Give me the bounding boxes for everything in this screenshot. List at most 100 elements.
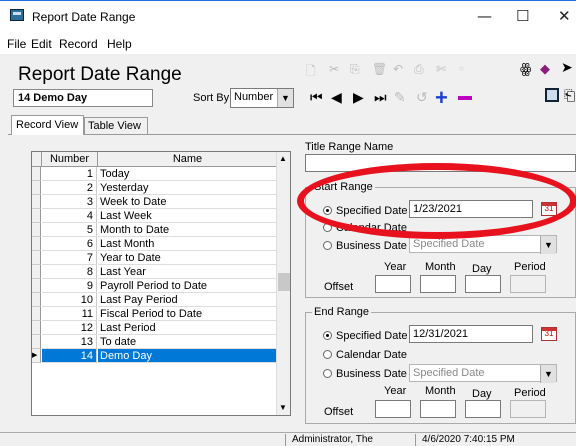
row-name: Month to Date xyxy=(98,223,277,237)
table-row[interactable]: 4 Last Week xyxy=(32,209,277,223)
new-record-icon[interactable]: 🗋 xyxy=(306,62,316,83)
next-record-icon[interactable]: ▶ xyxy=(353,90,364,106)
row-selector[interactable] xyxy=(32,223,41,237)
table-row[interactable]: 10 Last Pay Period xyxy=(32,293,277,307)
end-offset-label: Offset xyxy=(324,406,354,418)
first-record-icon[interactable]: ⏮ xyxy=(310,90,323,106)
table-row[interactable]: 1 Today xyxy=(32,167,277,181)
table-row[interactable]: 12 Last Period xyxy=(32,321,277,335)
row-number: 2 xyxy=(42,181,97,195)
add-record-icon[interactable]: + xyxy=(435,85,448,111)
scrollbar-thumb[interactable] xyxy=(278,273,290,291)
tab-table-view[interactable]: Table View xyxy=(84,117,148,135)
menu-record[interactable]: Record xyxy=(59,37,98,51)
row-selector[interactable] xyxy=(32,181,41,195)
sort-by-select[interactable]: Number ▼ xyxy=(230,88,294,108)
marker-icon[interactable]: ◦ xyxy=(458,62,465,76)
row-name: Week to Date xyxy=(98,195,277,209)
table-row[interactable]: 8 Last Year xyxy=(32,265,277,279)
table-row[interactable]: 6 Last Month xyxy=(32,237,277,251)
cut-icon[interactable]: ✄ xyxy=(436,62,446,76)
current-record-label: 14 Demo Day xyxy=(13,89,153,107)
previous-record-icon[interactable]: ◀ xyxy=(331,90,342,106)
start-business-label: Business Date xyxy=(336,240,407,252)
row-selector[interactable] xyxy=(32,167,41,181)
end-business-radio[interactable]: Business Date xyxy=(323,368,407,380)
chevron-down-icon: ▼ xyxy=(540,365,556,383)
status-user: Administrator, The xyxy=(285,434,373,446)
delete-icon[interactable]: 🗑 xyxy=(372,62,387,76)
annotation-ellipse xyxy=(297,163,576,239)
window-icon[interactable] xyxy=(545,88,559,102)
tab-record-view[interactable]: Record View xyxy=(11,115,84,135)
end-offset-year[interactable] xyxy=(375,400,411,418)
start-year-label: Year xyxy=(384,261,407,273)
copy-icon[interactable]: ✂ xyxy=(329,62,339,76)
pointer-icon[interactable]: ➤ xyxy=(561,60,573,76)
menu-file[interactable]: File xyxy=(7,37,26,51)
start-offset-month[interactable] xyxy=(420,275,456,293)
end-offset-period[interactable] xyxy=(510,400,546,418)
filter-icon[interactable]: ◆ xyxy=(540,62,550,77)
end-specified-radio[interactable]: Specified Date xyxy=(323,330,408,342)
scroll-down-icon[interactable]: ▼ xyxy=(279,403,287,412)
status-bar: Administrator, The 4/6/2020 7:40:15 PM xyxy=(0,432,576,446)
paste-icon[interactable]: ⎘ xyxy=(350,62,360,77)
row-selector[interactable] xyxy=(32,335,41,349)
row-name: Demo Day xyxy=(98,349,277,363)
table-row[interactable]: 3 Week to Date xyxy=(32,195,277,209)
end-calendar-radio[interactable]: Calendar Date xyxy=(323,349,407,361)
remove-record-icon[interactable] xyxy=(458,96,472,100)
maximize-button[interactable]: ☐ xyxy=(516,7,529,25)
radio-selected-icon xyxy=(323,331,332,340)
edit-icon[interactable]: ✎ xyxy=(394,90,406,106)
row-selector[interactable] xyxy=(32,251,41,265)
menu-edit[interactable]: Edit xyxy=(31,37,52,51)
current-row-arrow-icon[interactable]: ▶ xyxy=(32,349,41,363)
table-row[interactable]: ▶ 14 Demo Day xyxy=(32,349,277,363)
end-offset-month[interactable] xyxy=(420,400,456,418)
cancel-icon[interactable]: ↺ xyxy=(416,90,428,106)
start-business-radio[interactable]: Business Date xyxy=(323,240,407,252)
end-offset-day[interactable] xyxy=(465,400,501,418)
binoculars-icon[interactable]: ꙮ xyxy=(520,62,531,77)
table-row[interactable]: 9 Payroll Period to Date xyxy=(32,279,277,293)
table-row[interactable]: 2 Yesterday xyxy=(32,181,277,195)
end-calendar-icon[interactable]: 31 xyxy=(541,327,557,341)
row-number: 4 xyxy=(42,209,97,223)
end-year-label: Year xyxy=(384,385,407,397)
last-record-icon[interactable]: ⏭ xyxy=(374,90,387,106)
column-header-number[interactable]: Number xyxy=(42,152,98,167)
table-row[interactable]: 7 Year to Date xyxy=(32,251,277,265)
row-selector[interactable] xyxy=(32,321,41,335)
row-name: Last Period xyxy=(98,321,277,335)
row-number: 9 xyxy=(42,279,97,293)
table-row[interactable]: 11 Fiscal Period to Date xyxy=(32,307,277,321)
close-button[interactable]: ✕ xyxy=(558,7,571,25)
row-selector[interactable] xyxy=(32,279,41,293)
list-scrollbar[interactable]: ▲ ▼ xyxy=(276,152,290,415)
print-icon[interactable]: ⎙ xyxy=(414,62,424,77)
start-offset-year[interactable] xyxy=(375,275,411,293)
column-header-name[interactable]: Name xyxy=(98,152,277,167)
scroll-up-icon[interactable]: ▲ xyxy=(279,154,287,163)
row-selector[interactable] xyxy=(32,307,41,321)
exit-icon[interactable]: ⎗ xyxy=(564,88,575,104)
minimize-button[interactable]: — xyxy=(477,7,492,25)
end-specified-date-input[interactable]: 12/31/2021 xyxy=(409,325,533,343)
row-selector[interactable] xyxy=(32,237,41,251)
start-offset-period[interactable] xyxy=(510,275,546,293)
undo-icon[interactable]: ↶ xyxy=(393,62,403,76)
start-offset-day[interactable] xyxy=(465,275,501,293)
row-number: 10 xyxy=(42,293,97,307)
end-business-select[interactable]: Specified Date ▼ xyxy=(409,364,557,383)
row-selector[interactable] xyxy=(32,195,41,209)
table-row[interactable]: 13 To date xyxy=(32,335,277,349)
row-selector[interactable] xyxy=(32,293,41,307)
row-selector[interactable] xyxy=(32,209,41,223)
row-selector[interactable] xyxy=(32,265,41,279)
menu-help[interactable]: Help xyxy=(107,37,132,51)
record-list[interactable]: Number Name 1 Today 2 Yesterday 3 Week to Dat… xyxy=(31,151,291,416)
table-row[interactable]: 5 Month to Date xyxy=(32,223,277,237)
end-period-label: Period xyxy=(514,387,546,399)
